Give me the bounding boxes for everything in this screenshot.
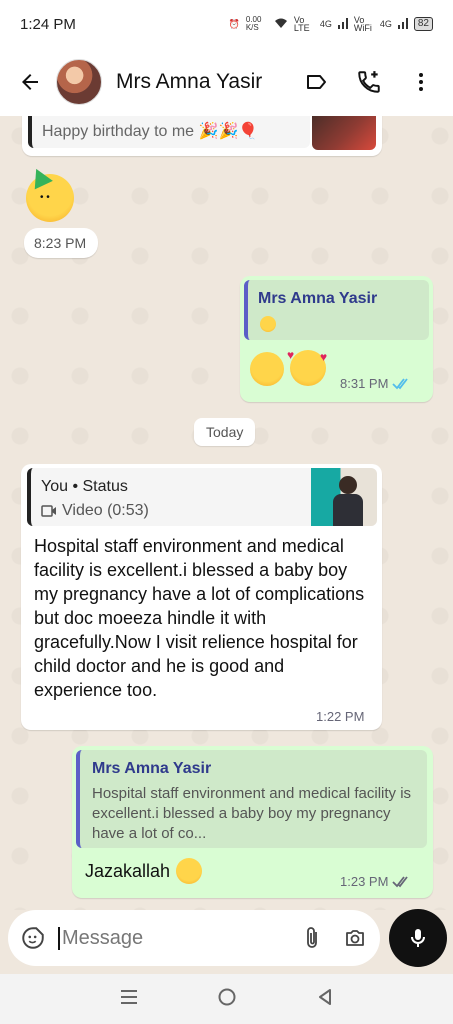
date-divider: Today [194,418,256,446]
message-incoming[interactable]: You • Status Video (0:53) Hospital staff… [21,464,382,730]
status-icons: ⏰ 0.00 K/S Vo LTE 4G Vo WiFi 4G 82 [228,15,433,33]
home-circle-icon [218,988,236,1005]
quote-text: Hospital staff environment and medical f… [92,785,412,842]
quote-thumbnail [312,116,376,150]
back-button[interactable] [12,64,48,100]
add-call-icon [358,71,380,93]
message-meta: 1:22 PM [316,709,364,724]
mic-icon [411,929,425,947]
back-triangle-icon [318,988,331,1005]
double-check-icon [392,875,409,887]
message-text: Hospital staff environment and medical f… [34,536,365,700]
contact-name[interactable]: Mrs Amna Yasir [116,70,285,94]
reply-quote[interactable]: Mrs Amna Yasir [244,280,429,340]
message-meta: 1:23 PM [340,874,410,889]
chat-area[interactable]: Happy birthday to me 🎉🎉🎈 • • 8:23 PM Mrs… [0,116,453,910]
sim1-label: Vo LTE [293,15,310,33]
message-composer: Message [8,910,380,966]
hearts-emoji [176,858,203,884]
sim1-net: 4G [319,19,332,29]
more-vert-icon [419,73,423,91]
message-outgoing[interactable]: Mrs Amna Yasir ♥ ♥ 8:31 PM [240,276,433,402]
message-incoming[interactable]: Happy birthday to me 🎉🎉🎈 [22,116,382,156]
system-nav-bar [0,974,453,1024]
message-time: 1:23 PM [340,874,389,889]
message-time-pill: 8:23 PM [24,228,98,258]
camera-button[interactable] [342,926,368,950]
status-thumbnail [311,468,377,526]
label-button[interactable] [297,62,337,102]
quote-author: Mrs Amna Yasir [92,760,212,777]
double-check-icon [392,377,409,389]
chat-header: Mrs Amna Yasir [0,48,453,116]
message-meta: 8:31 PM [340,376,410,391]
battery-level: 82 [413,17,433,31]
message-time: 8:31 PM [340,376,389,391]
sticker-icon [22,927,44,949]
attach-button[interactable] [300,925,324,951]
alarm-icon: ⏰ [228,18,240,29]
heart-icon: ♥ [287,348,295,362]
status-time: 1:24 PM [20,15,76,33]
signal-icon [397,17,408,31]
heart-icon: ♥ [320,350,328,364]
avatar[interactable] [56,59,102,105]
message-time: 1:22 PM [316,709,365,724]
home-button[interactable] [217,987,237,1012]
status-reply-quote[interactable]: You • Status Video (0:53) [27,468,377,526]
sticker-button[interactable] [20,925,46,951]
menu-icon [121,989,138,1004]
quote-author: Mrs Amna Yasir [258,290,378,307]
camera-icon [346,930,364,946]
reply-quote[interactable]: Happy birthday to me 🎉🎉🎈 [28,116,310,148]
more-options-button[interactable] [401,62,441,102]
mic-button[interactable] [389,909,447,967]
recents-button[interactable] [119,988,139,1011]
message-time: 8:23 PM [34,235,87,251]
quote-text: Happy birthday to me 🎉🎉🎈 [42,123,259,140]
message-outgoing[interactable]: Mrs Amna Yasir Hospital staff environmen… [72,746,433,898]
back-arrow-icon [22,74,38,90]
message-input[interactable]: Message [58,926,300,950]
video-icon [41,505,56,517]
quote-author: You • Status [41,478,128,495]
sim2-label: Vo WiFi [353,15,372,33]
sim2-net: 4G [379,19,392,29]
message-text: Jazakallah [85,860,171,881]
sticker-emoji[interactable]: • • [24,164,78,222]
message-body: Jazakallah [85,858,203,884]
quote-sticker-thumb [260,316,276,332]
net-speed: 0.00 K/S [245,15,262,32]
label-icon [307,75,326,89]
wifi-icon [274,17,288,31]
quote-subtitle: Video (0:53) [41,502,149,520]
add-call-button[interactable] [349,62,389,102]
back-nav-button[interactable] [316,987,334,1012]
smile-emoji [250,352,284,386]
signal-icon [337,17,348,31]
status-bar: 1:24 PM ⏰ 0.00 K/S Vo LTE 4G Vo WiFi 4G … [0,0,453,48]
attach-icon [307,927,317,948]
reply-quote[interactable]: Mrs Amna Yasir Hospital staff environmen… [76,750,427,848]
